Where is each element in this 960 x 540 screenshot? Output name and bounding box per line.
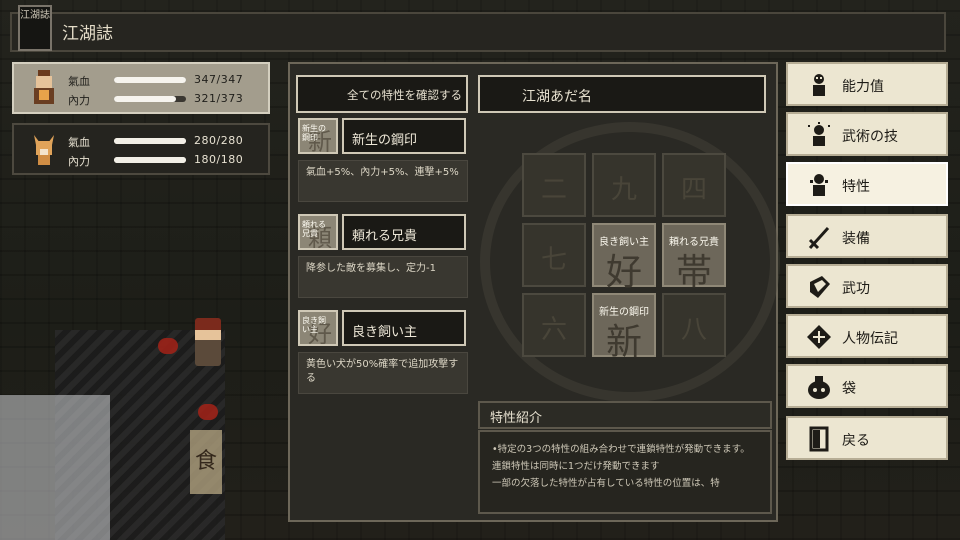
trait-grid-glyph: 好 bbox=[605, 252, 642, 293]
trait-grid-glyph: 帯 bbox=[675, 252, 712, 293]
trait-grid-cell[interactable]: 好良き飼い主 bbox=[592, 223, 656, 293]
hp-label: 氣血 bbox=[68, 136, 90, 149]
trait-grid-cell[interactable]: 二 bbox=[522, 153, 586, 217]
dog-avatar-icon bbox=[34, 135, 54, 165]
trait-icon-text: 頼れる兄貴 bbox=[302, 220, 326, 238]
menu-label: 特性 bbox=[842, 179, 870, 195]
npc-character bbox=[195, 318, 221, 366]
person-icon bbox=[813, 74, 825, 96]
nickname-field[interactable]: 江湖あだ名 bbox=[478, 75, 766, 113]
lantern-icon bbox=[158, 338, 178, 354]
trait-name: 良き飼い主 bbox=[352, 325, 418, 340]
trait-description: 降参した敵を募集し、定力-1 bbox=[298, 256, 468, 298]
trait-description: 氣血+5%、內力+5%、連撃+5% bbox=[298, 160, 468, 202]
trait-grid-cell[interactable]: 七 bbox=[522, 223, 586, 287]
trait-grid-cell[interactable]: 八 bbox=[662, 293, 726, 357]
menu-label: 能力值 bbox=[842, 79, 884, 95]
menu-button[interactable]: 戻る bbox=[786, 416, 948, 460]
trait-grid-glyph: 九 bbox=[610, 175, 637, 205]
hp-value: 280/280 bbox=[194, 134, 244, 147]
hp-label: 氣血 bbox=[68, 75, 90, 88]
trait-grid-tag: 新生の鋼印 bbox=[599, 307, 649, 318]
trait-name: 新生の鋼印 bbox=[352, 133, 418, 148]
trait-info-title: 特性紹介 bbox=[490, 411, 543, 426]
trait-name-box[interactable]: 良き飼い主 bbox=[342, 310, 466, 346]
page-title: 江湖誌 bbox=[62, 24, 113, 44]
view-all-traits-label: 全ての特性を確認する bbox=[347, 88, 462, 102]
trait-icon-good-owner[interactable]: 好 良き飼い主 bbox=[298, 310, 338, 346]
shop-sign: 食 bbox=[190, 430, 222, 494]
trait-grid-glyph: 八 bbox=[680, 315, 707, 345]
mp-bar bbox=[114, 157, 186, 163]
trait-grid-cell[interactable]: 九 bbox=[592, 153, 656, 217]
trait-icon-text: 良き飼い主 bbox=[302, 316, 326, 334]
menu-button[interactable]: 人物伝記 bbox=[786, 314, 948, 358]
menu-label: 武功 bbox=[842, 281, 870, 297]
menu-button[interactable]: 特性 bbox=[786, 162, 948, 206]
trait-grid-cell[interactable]: 四 bbox=[662, 153, 726, 217]
view-all-traits-button[interactable]: 全ての特性を確認する bbox=[296, 75, 468, 113]
menu-label: 人物伝記 bbox=[842, 331, 898, 347]
trait-person-icon bbox=[810, 174, 828, 196]
mp-label: 內力 bbox=[68, 155, 90, 168]
hp-bar bbox=[114, 77, 186, 83]
sword-icon bbox=[808, 226, 830, 250]
menu-button[interactable]: 装備 bbox=[786, 214, 948, 258]
trait-info-header: 特性紹介 bbox=[478, 401, 772, 429]
top-bar bbox=[10, 12, 946, 52]
menu-label: 戻る bbox=[842, 433, 870, 449]
nickname-label: 江湖あだ名 bbox=[522, 89, 592, 105]
trait-grid-glyph: 四 bbox=[680, 175, 707, 205]
bag-icon bbox=[808, 376, 830, 399]
menu-button[interactable]: 能力值 bbox=[786, 62, 948, 106]
door-icon bbox=[809, 426, 829, 452]
trait-grid-tag: 頼れる兄貴 bbox=[669, 237, 719, 248]
trait-icon-new-seal[interactable]: 新 新生の鋼印 bbox=[298, 118, 338, 154]
trait-info-line: •特定の3つの特性の組み合わせで連鎖特性が発動できます。連鎖特性は同時に1つだけ… bbox=[492, 444, 750, 472]
trait-grid-cell[interactable]: 新新生の鋼印 bbox=[592, 293, 656, 363]
trait-grid-cell[interactable]: 六 bbox=[522, 293, 586, 357]
menu-button[interactable]: 武功 bbox=[786, 264, 948, 308]
character-card-hero[interactable]: 氣血 347/347 內力 321/373 bbox=[12, 62, 270, 114]
mp-value: 180/180 bbox=[194, 153, 244, 166]
martial-person-icon bbox=[808, 122, 830, 146]
book-icon: 江湖誌 bbox=[18, 5, 52, 51]
menu-label: 袋 bbox=[842, 381, 856, 397]
book-icon bbox=[810, 276, 830, 298]
trait-grid-tag: 良き飼い主 bbox=[599, 237, 649, 248]
trait-name-box[interactable]: 頼れる兄貴 bbox=[342, 214, 466, 250]
trait-grid-glyph: 七 bbox=[540, 245, 567, 275]
trait-name-box[interactable]: 新生の鋼印 bbox=[342, 118, 466, 154]
trait-description: 黄色い犬が50%確率で追加攻撃する bbox=[298, 352, 468, 394]
hp-bar bbox=[114, 138, 186, 144]
hp-value: 347/347 bbox=[194, 73, 244, 86]
menu-button[interactable]: 武術の技 bbox=[786, 112, 948, 156]
menu-button[interactable]: 袋 bbox=[786, 364, 948, 408]
trait-grid-glyph: 二 bbox=[540, 175, 567, 205]
trait-grid-cell[interactable]: 帯頼れる兄貴 bbox=[662, 223, 726, 293]
menu-label: 武術の技 bbox=[842, 129, 898, 145]
mp-value: 321/373 bbox=[194, 92, 244, 105]
trait-icon-reliable-brother[interactable]: 頼 頼れる兄貴 bbox=[298, 214, 338, 250]
trait-icon-text: 新生の鋼印 bbox=[302, 124, 326, 142]
mp-label: 內力 bbox=[68, 94, 90, 107]
trait-grid-glyph: 新 bbox=[605, 322, 642, 363]
trait-name: 頼れる兄貴 bbox=[352, 229, 418, 244]
hero-avatar-icon bbox=[34, 70, 54, 104]
menu-label: 装備 bbox=[842, 231, 870, 247]
character-card-dog[interactable]: 氣血 280/280 內力 180/180 bbox=[12, 123, 270, 175]
trait-info-line: 一部の欠落した特性が占有している特性の位置は、特 bbox=[492, 478, 720, 489]
mp-bar bbox=[114, 96, 186, 102]
building-wall bbox=[0, 395, 110, 540]
lantern-icon bbox=[198, 404, 218, 420]
trait-info-body: •特定の3つの特性の組み合わせで連鎖特性が発動できます。連鎖特性は同時に1つだけ… bbox=[478, 430, 772, 514]
trait-grid-glyph: 六 bbox=[540, 315, 567, 345]
scroll-icon bbox=[807, 325, 831, 349]
